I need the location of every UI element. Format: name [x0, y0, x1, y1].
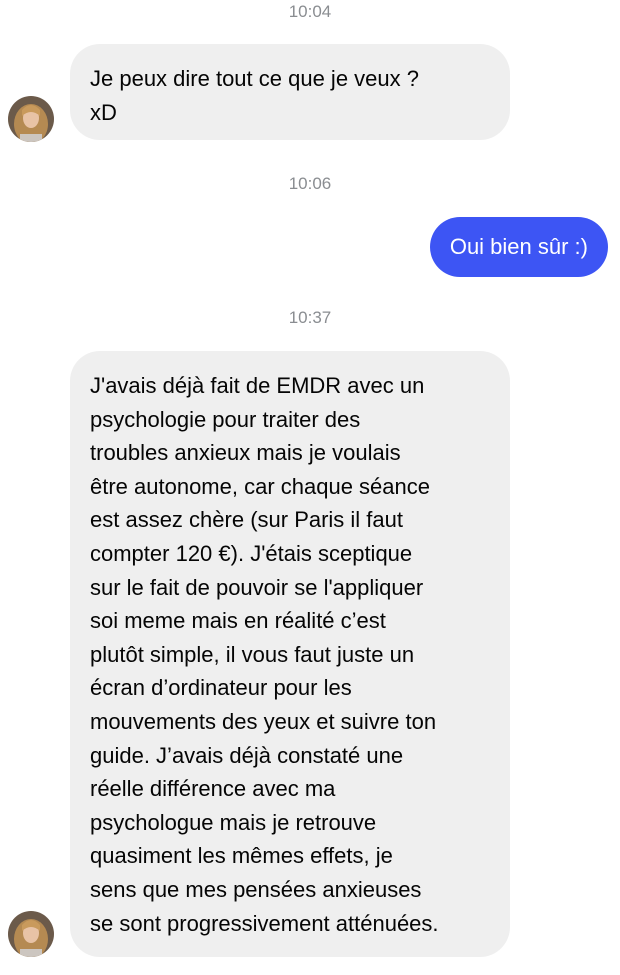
message-timestamp: 10:37 [288, 308, 332, 327]
contact-avatar-image [8, 911, 54, 957]
contact-avatar-image [8, 96, 54, 142]
contact-avatar-icon[interactable] [8, 911, 54, 957]
outgoing-message-bubble[interactable]: Oui bien sûr :) [429, 217, 608, 277]
contact-avatar-icon[interactable] [8, 96, 54, 142]
incoming-message-bubble[interactable]: J'avais déjà fait de EMDR avec un psycho… [70, 351, 510, 957]
message-timestamp: 10:06 [288, 174, 332, 193]
conversation-thread[interactable]: 10:04 Je peux dire tout ce que je veux ?… [0, 0, 620, 975]
message-timestamp: 10:04 [288, 2, 332, 21]
incoming-message-bubble[interactable]: Je peux dire tout ce que je veux ? xD [70, 44, 510, 140]
